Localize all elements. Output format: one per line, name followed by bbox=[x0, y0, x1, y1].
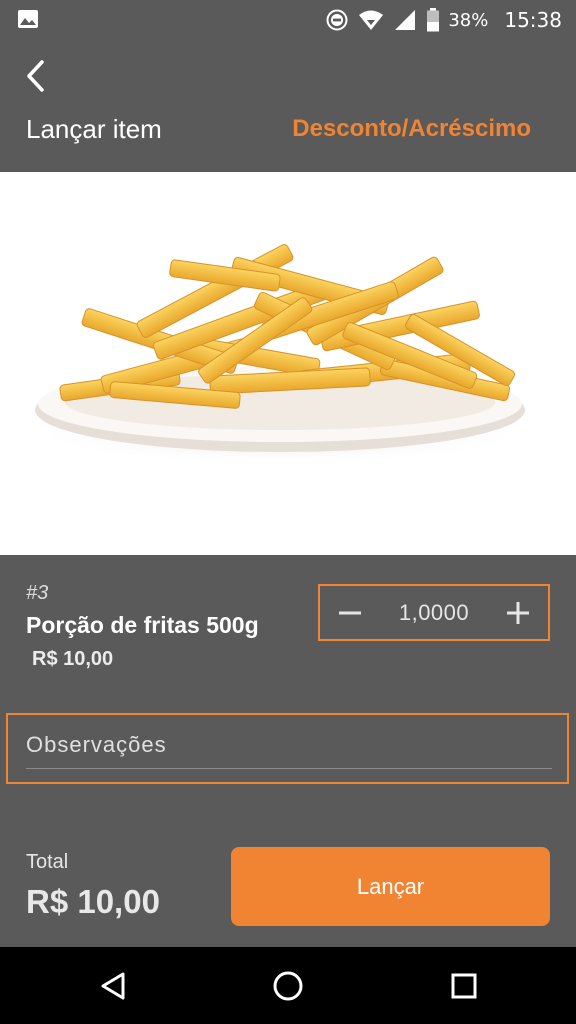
wifi-icon bbox=[358, 9, 384, 31]
submit-item-button[interactable]: Lançar bbox=[231, 847, 550, 926]
image-icon bbox=[17, 9, 39, 29]
back-triangle-icon bbox=[101, 972, 125, 999]
nav-back-button[interactable] bbox=[73, 947, 153, 1024]
battery-percent: 38% bbox=[448, 9, 489, 31]
total-value: R$ 10,00 bbox=[26, 883, 160, 920]
nav-recents-button[interactable] bbox=[424, 947, 504, 1024]
battery-icon bbox=[426, 8, 440, 32]
status-bar: 38% 15:38 bbox=[0, 0, 576, 40]
chevron-left-icon bbox=[27, 60, 44, 92]
increase-quantity-button[interactable] bbox=[488, 586, 548, 639]
app-header: Lançar item Desconto/Acréscimo bbox=[0, 40, 576, 172]
quantity-stepper: 1,0000 bbox=[318, 584, 550, 641]
minus-icon bbox=[339, 611, 361, 614]
observations-input[interactable] bbox=[26, 721, 552, 769]
total-label: Total bbox=[26, 851, 69, 873]
item-name: Porção de fritas 500g bbox=[26, 612, 259, 638]
system-navigation-bar bbox=[0, 947, 576, 1024]
discount-surcharge-button[interactable]: Desconto/Acréscimo bbox=[292, 115, 531, 143]
signal-icon bbox=[394, 9, 416, 31]
french-fries-illustration bbox=[30, 244, 530, 464]
back-button[interactable] bbox=[22, 58, 52, 94]
observations-field-container bbox=[6, 713, 569, 784]
plus-icon bbox=[507, 601, 529, 624]
status-icons: 38% 15:38 bbox=[326, 7, 562, 33]
item-details: #3 Porção de fritas 500g R$ 10,00 1,0000… bbox=[0, 555, 576, 947]
nav-home-button[interactable] bbox=[248, 947, 328, 1024]
recents-square-icon bbox=[451, 973, 477, 998]
product-image bbox=[0, 172, 576, 555]
home-circle-icon bbox=[273, 971, 303, 1000]
do-not-disturb-icon bbox=[326, 9, 348, 31]
quantity-value[interactable]: 1,0000 bbox=[380, 600, 488, 626]
decrease-quantity-button[interactable] bbox=[320, 586, 380, 639]
page-title: Lançar item bbox=[26, 114, 162, 144]
clock: 15:38 bbox=[504, 8, 562, 32]
item-price: R$ 10,00 bbox=[32, 648, 114, 670]
item-number: #3 bbox=[26, 582, 49, 604]
